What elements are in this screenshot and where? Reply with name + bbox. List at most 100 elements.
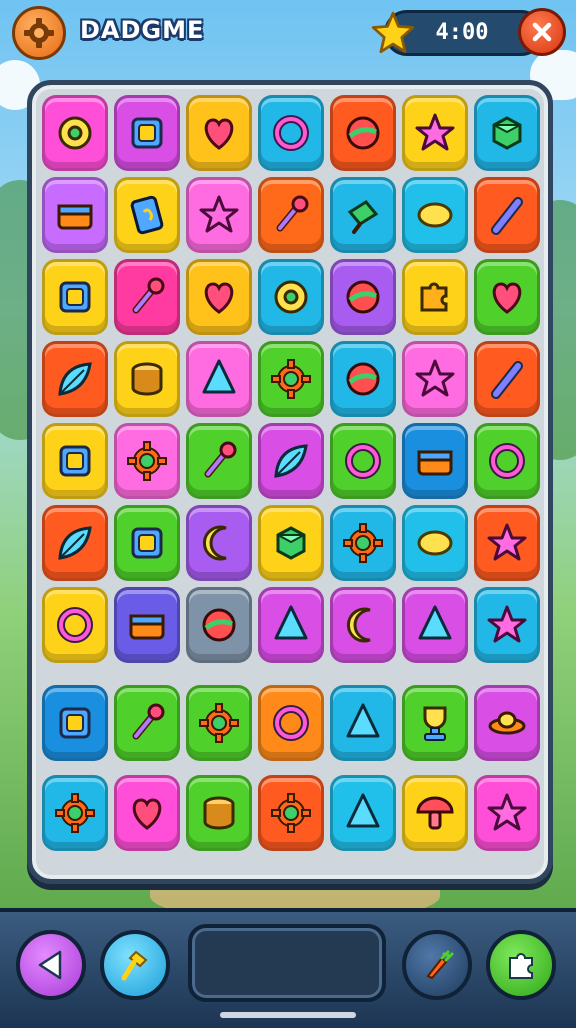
tile-cone[interactable]: [186, 341, 252, 417]
tile-heart[interactable]: [474, 259, 540, 335]
mushroom-icon: [416, 796, 454, 830]
tile-cone[interactable]: [258, 587, 324, 663]
tile-ring[interactable]: [474, 423, 540, 499]
tile-donut[interactable]: [258, 259, 324, 335]
tile-leaf[interactable]: [258, 423, 324, 499]
trophy-icon: [423, 706, 447, 741]
tile-heart[interactable]: [114, 775, 180, 851]
tile-drum[interactable]: [186, 775, 252, 851]
close-icon: [532, 22, 552, 42]
tile-star[interactable]: [402, 341, 468, 417]
tile-lemon[interactable]: [402, 177, 468, 253]
booster-button[interactable]: [402, 930, 472, 1000]
tile-shovel[interactable]: [330, 177, 396, 253]
tile-chest[interactable]: [42, 177, 108, 253]
tile-star[interactable]: [474, 587, 540, 663]
tile-ring[interactable]: [258, 95, 324, 171]
tile-gear[interactable]: [258, 341, 324, 417]
drum-icon: [203, 796, 235, 830]
tile-star[interactable]: [474, 505, 540, 581]
home-indicator: [220, 1012, 356, 1018]
tile-gear[interactable]: [258, 775, 324, 851]
moon-icon: [347, 607, 371, 643]
tile-leaf[interactable]: [42, 341, 108, 417]
tile-donut[interactable]: [42, 95, 108, 171]
tile-wand[interactable]: [258, 177, 324, 253]
tile-heart[interactable]: [186, 95, 252, 171]
tile-ball[interactable]: [330, 341, 396, 417]
star-icon: [371, 11, 415, 54]
tile-leaf[interactable]: [42, 505, 108, 581]
tile-wand[interactable]: [186, 423, 252, 499]
tile-moon[interactable]: [186, 505, 252, 581]
tile-puzzle[interactable]: [402, 259, 468, 335]
tile-ring[interactable]: [42, 587, 108, 663]
tile-lemon[interactable]: [402, 505, 468, 581]
tile-box[interactable]: [42, 423, 108, 499]
tile-star[interactable]: [474, 775, 540, 851]
wand-icon: [276, 195, 309, 232]
tile-gear[interactable]: [114, 423, 180, 499]
tile-cube[interactable]: [258, 505, 324, 581]
donut-icon: [58, 116, 92, 150]
cone-icon: [274, 605, 308, 640]
tile-wand[interactable]: [114, 685, 180, 761]
tile-gear[interactable]: [330, 505, 396, 581]
tile-ring[interactable]: [330, 423, 396, 499]
tile-wand[interactable]: [114, 259, 180, 335]
tile-ufo[interactable]: [474, 685, 540, 761]
back-button[interactable]: [16, 930, 86, 1000]
tile-star[interactable]: [402, 95, 468, 171]
shuffle-button[interactable]: [486, 930, 556, 1000]
tile-moon[interactable]: [330, 587, 396, 663]
ball-icon: [346, 280, 380, 314]
tile-cube[interactable]: [474, 95, 540, 171]
tile-ball[interactable]: [186, 587, 252, 663]
tile-heart[interactable]: [186, 259, 252, 335]
ball-icon: [202, 608, 236, 642]
top-bar: DADGME 4:00: [0, 0, 576, 70]
tile-card[interactable]: [114, 177, 180, 253]
tile-cone[interactable]: [402, 587, 468, 663]
tile-ball[interactable]: [330, 95, 396, 171]
cone-icon: [346, 703, 380, 738]
close-button[interactable]: [518, 8, 566, 56]
hint-button[interactable]: [100, 930, 170, 1000]
tile-pen[interactable]: [474, 177, 540, 253]
settings-button[interactable]: [12, 6, 66, 60]
star-icon: [487, 523, 527, 561]
gear-icon: [55, 793, 95, 833]
leaf-icon: [58, 362, 92, 396]
lemon-icon: [417, 530, 453, 556]
tile-box[interactable]: [114, 95, 180, 171]
tile-box[interactable]: [42, 685, 108, 761]
tile-drum[interactable]: [114, 341, 180, 417]
cube-icon: [276, 526, 306, 560]
tile-chest[interactable]: [114, 587, 180, 663]
star-icon: [415, 359, 455, 397]
tile-ring[interactable]: [258, 685, 324, 761]
pen-icon: [491, 197, 523, 235]
tile-star[interactable]: [186, 177, 252, 253]
tile-pen[interactable]: [474, 341, 540, 417]
tile-ball[interactable]: [330, 259, 396, 335]
ufo-icon: [488, 711, 526, 735]
heart-icon: [132, 798, 162, 830]
tile-chest[interactable]: [402, 423, 468, 499]
hammer-icon: [121, 950, 148, 981]
tile-cone[interactable]: [330, 685, 396, 761]
tile-trophy[interactable]: [402, 685, 468, 761]
tile-mushroom[interactable]: [402, 775, 468, 851]
shovel-icon: [347, 200, 379, 234]
tile-gear[interactable]: [186, 685, 252, 761]
tile-cone[interactable]: [330, 775, 396, 851]
ring-icon: [273, 115, 309, 151]
gear-icon: [271, 359, 311, 399]
tile-gear[interactable]: [42, 775, 108, 851]
tile-box[interactable]: [42, 259, 108, 335]
bottom-toolbar: [0, 908, 576, 1028]
tile-box[interactable]: [114, 505, 180, 581]
box-icon: [59, 707, 91, 739]
gear-icon: [199, 703, 239, 743]
gear-icon: [271, 793, 311, 833]
